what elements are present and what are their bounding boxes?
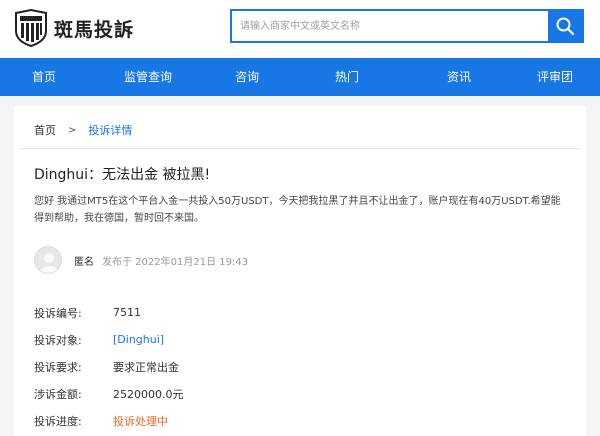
- nav-item-home[interactable]: 首页: [0, 58, 88, 96]
- info-label: 投诉要求:: [34, 360, 82, 374]
- breadcrumb-separator: >: [68, 124, 77, 136]
- info-label: 投诉编号:: [34, 306, 82, 320]
- search-button[interactable]: [548, 11, 582, 41]
- complaint-request: 要求正常出金: [113, 360, 179, 374]
- complaint-detail-panel: 首页 > 投诉详情 Dinghui：无法出金 被拉黑! 您好 我通过MT5在这个…: [14, 106, 586, 436]
- complaint-amount: 2520000.0元: [113, 387, 184, 401]
- info-row-id: 投诉编号: 7511: [34, 299, 184, 326]
- info-label: 投诉对象:: [34, 333, 82, 347]
- complaint-title: Dinghui：无法出金 被拉黑!: [34, 167, 211, 183]
- info-label: 投诉进度:: [34, 414, 82, 428]
- main-nav: 首页 监管查询 咨询 热门 资讯 评审团: [0, 58, 600, 96]
- author-name: 匿名: [74, 256, 94, 268]
- complaint-id: 7511: [113, 306, 141, 319]
- breadcrumb-home-link[interactable]: 首页: [34, 122, 56, 138]
- info-row-amount: 涉诉金额: 2520000.0元: [34, 380, 184, 407]
- zebra-shield-logo-icon: [15, 9, 47, 47]
- divider: [20, 148, 580, 149]
- logo-text: 斑馬投訴: [54, 18, 135, 41]
- info-label: 涉诉金额:: [34, 387, 82, 401]
- status-badge: 投诉处理中: [113, 414, 168, 428]
- nav-item-jury[interactable]: 评审团: [510, 58, 600, 96]
- publish-date: 发布于 2022年01月21日 19:43: [102, 256, 249, 268]
- complaint-description: 您好 我通过MT5在这个平台入金一共投入50万USDT，今天把我拉黑了并且不让出…: [34, 196, 561, 224]
- complaint-info: 投诉编号: 7511 投诉对象: [Dinghui] 投诉要求: 要求正常出金 …: [34, 299, 184, 434]
- info-row-request: 投诉要求: 要求正常出金: [34, 353, 184, 380]
- nav-item-hot[interactable]: 热门: [286, 58, 408, 96]
- nav-item-regulation[interactable]: 监管查询: [88, 58, 208, 96]
- nav-item-consult[interactable]: 咨询: [208, 58, 286, 96]
- avatar: [34, 246, 62, 274]
- nav-item-news[interactable]: 资讯: [408, 58, 510, 96]
- search-icon: [556, 17, 575, 36]
- search-bar: [230, 9, 584, 43]
- breadcrumb: 首页 > 投诉详情: [34, 122, 132, 138]
- user-silhouette-icon: [39, 253, 59, 273]
- search-input[interactable]: [232, 11, 548, 41]
- complaint-target-link[interactable]: [Dinghui]: [113, 333, 164, 346]
- header: 斑馬投訴: [0, 0, 600, 58]
- author-row: 匿名 发布于 2022年01月21日 19:43: [34, 246, 248, 274]
- info-row-progress: 投诉进度: 投诉处理中: [34, 407, 184, 434]
- breadcrumb-current-link[interactable]: 投诉详情: [88, 122, 132, 138]
- logo[interactable]: 斑馬投訴: [14, 9, 134, 47]
- info-row-target: 投诉对象: [Dinghui]: [34, 326, 184, 353]
